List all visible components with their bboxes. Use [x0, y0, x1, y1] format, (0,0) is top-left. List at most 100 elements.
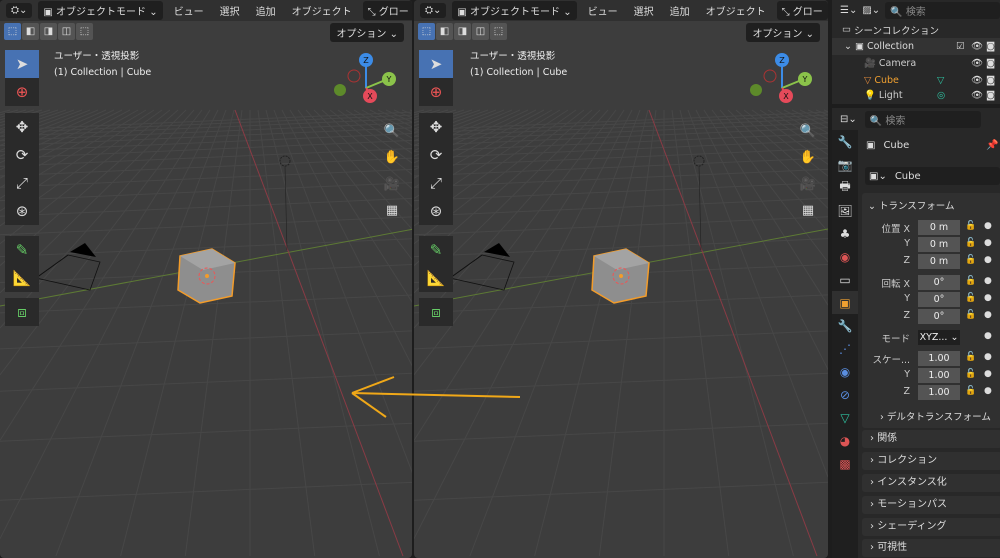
properties-search-input[interactable]: 🔍 検索	[864, 110, 981, 128]
select-new-button[interactable]: ⬚	[418, 23, 435, 40]
render-tab-icon[interactable]: 📷	[832, 153, 858, 176]
camera-object[interactable]	[35, 243, 101, 291]
orientation-dropdown[interactable]: ⤡ グロー	[776, 1, 828, 20]
section-collections[interactable]: › コレクション	[862, 452, 1000, 470]
options-dropdown[interactable]: オプション ⌄	[746, 23, 820, 42]
transform-header[interactable]: ⌄ トランスフォーム	[868, 198, 955, 212]
navigation-gizmo[interactable]: Z Y X	[748, 50, 818, 120]
select-subtract-button[interactable]: ◨	[40, 23, 57, 40]
navigation-gizmo[interactable]: Z Y X	[332, 50, 402, 120]
perspective-toggle-button[interactable]: ▦	[797, 199, 819, 221]
measure-tool[interactable]: 📐	[419, 264, 453, 292]
add-cube-tool[interactable]: ⧈	[5, 298, 39, 326]
rotate-tool[interactable]: ⟳	[5, 141, 39, 169]
select-box-tool[interactable]: ➤	[5, 50, 39, 78]
lock-icon[interactable]: 🔓	[965, 310, 976, 320]
collection-tab-icon[interactable]: ▭	[832, 268, 858, 291]
add-cube-tool[interactable]: ⧈	[419, 298, 453, 326]
scale-tool[interactable]: ⤢	[419, 169, 453, 197]
rotate-tool[interactable]: ⟳	[419, 141, 453, 169]
scene-collection-row[interactable]: ▭ シーンコレクション	[832, 21, 1000, 38]
camera-view-button[interactable]: 🎥	[381, 173, 403, 195]
visibility-icon[interactable]: 👁	[971, 90, 983, 101]
lock-icon[interactable]: 🔓	[965, 293, 976, 303]
select-invert-button[interactable]: ◫	[58, 23, 75, 40]
mode-dropdown[interactable]: ▣ オブジェクトモード ⌄	[38, 1, 163, 20]
outliner-item-light[interactable]: 💡 Light ◎ 👁 ◙	[832, 87, 1000, 104]
cube-object[interactable]	[591, 248, 650, 304]
rotation-x-field[interactable]: 0°	[918, 275, 960, 290]
visibility-icon[interactable]: 👁	[971, 58, 983, 69]
render-icon[interactable]: ◙	[986, 90, 995, 101]
editor-type-button[interactable]: ⛭⌄	[420, 3, 447, 18]
zoom-view-button[interactable]: 🔍	[381, 120, 403, 142]
lock-icon[interactable]: 🔓	[965, 369, 976, 379]
menu-view[interactable]: ビュー	[583, 3, 623, 18]
section-visibility[interactable]: › 可視性	[862, 539, 1000, 557]
scale-z-field[interactable]: 1.00	[918, 385, 960, 400]
location-y-field[interactable]: 0 m	[918, 237, 960, 252]
select-extend-button[interactable]: ◧	[22, 23, 39, 40]
modifier-tab-icon[interactable]: 🔧	[832, 314, 858, 337]
transform-tool[interactable]: ⊛	[5, 197, 39, 225]
object-tab-icon[interactable]: ▣	[832, 291, 858, 314]
perspective-toggle-button[interactable]: ▦	[381, 199, 403, 221]
annotate-tool[interactable]: ✎	[5, 236, 39, 264]
keyframe-dot[interactable]: ●	[984, 310, 992, 320]
constraints-tab-icon[interactable]: ⊘	[832, 383, 858, 406]
menu-object[interactable]: オブジェクト	[287, 3, 357, 18]
rotation-mode-dropdown[interactable]: XYZ... ⌄	[918, 330, 960, 345]
keyframe-dot[interactable]: ●	[984, 221, 992, 231]
select-extend-button[interactable]: ◧	[436, 23, 453, 40]
delta-transform-subpanel[interactable]: › デルタトランスフォーム	[880, 409, 991, 423]
section-instancing[interactable]: › インスタンス化	[862, 474, 1000, 492]
keyframe-dot[interactable]: ●	[984, 331, 992, 341]
world-tab-icon[interactable]: ◉	[832, 245, 858, 268]
data-tab-icon[interactable]: ▽	[832, 406, 858, 429]
cursor-tool[interactable]: ⊕	[419, 78, 453, 106]
scene-tab-icon[interactable]: ♣	[832, 222, 858, 245]
section-motion-paths[interactable]: › モーションパス	[862, 496, 1000, 514]
texture-tab-icon[interactable]: ▩	[832, 452, 858, 475]
pin-icon[interactable]: 📌	[986, 140, 998, 151]
lock-icon[interactable]: 🔓	[965, 352, 976, 362]
render-icon[interactable]: ◙	[986, 58, 995, 69]
measure-tool[interactable]: 📐	[5, 264, 39, 292]
camera-object[interactable]	[449, 243, 515, 291]
scale-y-field[interactable]: 1.00	[918, 368, 960, 383]
outliner-display-mode-button[interactable]: ☰⌄	[840, 5, 857, 16]
lock-icon[interactable]: 🔓	[965, 276, 976, 286]
keyframe-dot[interactable]: ●	[984, 276, 992, 286]
collection-visibility-icon[interactable]: 👁	[971, 41, 983, 52]
pan-view-button[interactable]: ✋	[797, 146, 819, 168]
lock-icon[interactable]: 🔓	[965, 238, 976, 248]
mode-dropdown[interactable]: ▣ オブジェクトモード ⌄	[452, 1, 577, 20]
outliner-filter-button[interactable]: ▨⌄	[862, 5, 880, 16]
particles-tab-icon[interactable]: ⋰	[832, 337, 858, 360]
lock-icon[interactable]: 🔓	[965, 386, 976, 396]
select-intersect-button[interactable]: ⬚	[490, 23, 507, 40]
move-tool[interactable]: ✥	[419, 113, 453, 141]
cursor-tool[interactable]: ⊕	[5, 78, 39, 106]
collection-checkbox[interactable]: ☑	[956, 41, 965, 52]
keyframe-dot[interactable]: ●	[984, 238, 992, 248]
select-invert-button[interactable]: ◫	[472, 23, 489, 40]
viewport-left[interactable]: ⛭⌄ ▣ オブジェクトモード ⌄ ビュー 選択 追加 オブジェクト ⤡ グロー …	[0, 0, 412, 558]
material-tab-icon[interactable]: ◕	[832, 429, 858, 452]
rotation-z-field[interactable]: 0°	[918, 309, 960, 324]
move-tool[interactable]: ✥	[5, 113, 39, 141]
output-tab-icon[interactable]: 🖶	[832, 176, 858, 199]
keyframe-dot[interactable]: ●	[984, 352, 992, 362]
object-name-field[interactable]: ▣⌄ Cube	[865, 167, 1000, 185]
cube-object[interactable]	[177, 248, 236, 304]
select-intersect-button[interactable]: ⬚	[76, 23, 93, 40]
menu-object[interactable]: オブジェクト	[701, 3, 771, 18]
location-z-field[interactable]: 0 m	[918, 254, 960, 269]
scale-tool[interactable]: ⤢	[5, 169, 39, 197]
editor-type-button[interactable]: ⛭⌄	[6, 3, 33, 18]
section-shading[interactable]: › シェーディング	[862, 518, 1000, 536]
view-layer-tab-icon[interactable]: 🖼	[832, 199, 858, 222]
keyframe-dot[interactable]: ●	[984, 293, 992, 303]
properties-editor-type-button[interactable]: ⊟⌄	[840, 114, 857, 125]
select-box-tool[interactable]: ➤	[419, 50, 453, 78]
